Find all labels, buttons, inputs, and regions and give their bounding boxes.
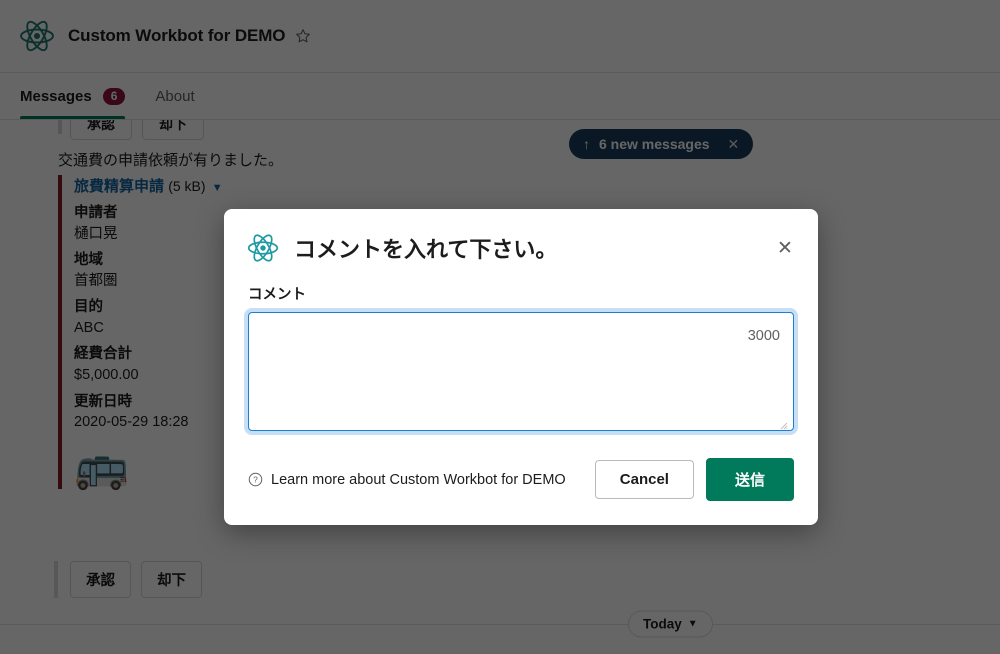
comment-textarea-wrap: 3000 [248,312,794,436]
modal-body: コメント 3000 [224,269,818,436]
modal-header: コメントを入れて下さい。 ✕ [224,209,818,269]
svg-text:?: ? [253,476,258,485]
cancel-button[interactable]: Cancel [594,460,694,499]
modal-footer: ? Learn more about Custom Workbot for DE… [224,436,818,525]
learn-more-link[interactable]: Learn more about Custom Workbot for DEMO [271,472,566,488]
submit-button[interactable]: 送信 [705,458,794,501]
question-circle-icon: ? [248,472,263,487]
learn-more-row: ? Learn more about Custom Workbot for DE… [248,472,595,488]
app-window: Custom Workbot for DEMO Messages 6 About… [0,0,1000,654]
comment-field-label: コメント [248,287,306,303]
atom-icon [247,234,279,262]
modal-title: コメントを入れて下さい。 [294,237,558,262]
comment-modal: コメントを入れて下さい。 ✕ コメント 3000 ? Learn more ab… [224,209,818,525]
comment-input[interactable] [248,312,794,431]
close-icon[interactable]: ✕ [774,237,796,259]
